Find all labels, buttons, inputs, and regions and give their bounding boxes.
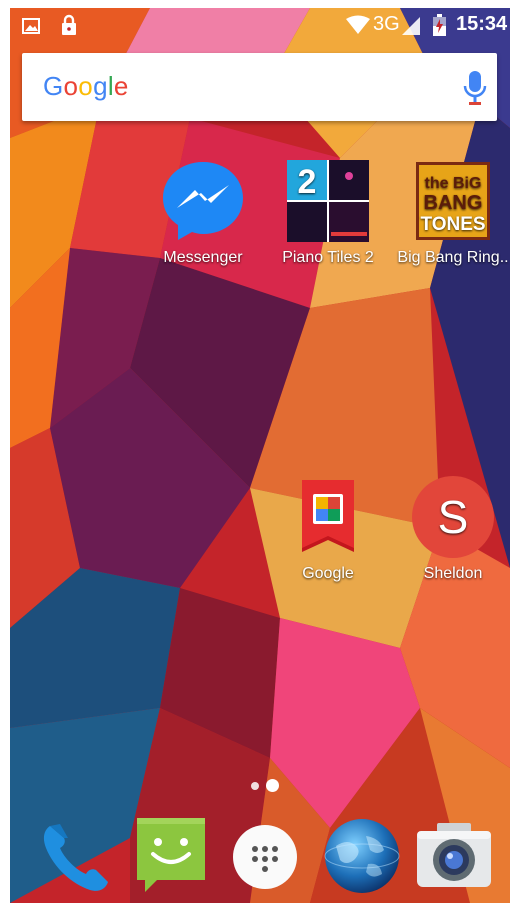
battery-icon — [433, 14, 446, 36]
google-logo-letter: g — [93, 71, 108, 101]
camera-icon — [417, 823, 491, 887]
google-logo-letter: o — [63, 71, 79, 101]
dock-app-drawer[interactable] — [232, 824, 298, 895]
phone-icon — [43, 824, 109, 891]
app-google-folder[interactable]: Google — [268, 474, 388, 583]
piano-tiles-icon: 2 — [287, 160, 369, 242]
wallpaper — [10, 8, 510, 903]
google-logo-letter: G — [43, 71, 64, 101]
wifi-icon — [346, 15, 370, 34]
big-bang-line-2: BANG — [424, 192, 483, 214]
app-piano-tiles-2[interactable]: 2 Piano Tiles 2 — [268, 158, 388, 267]
dock-phone[interactable] — [36, 816, 116, 901]
contact-avatar-icon: S — [412, 476, 494, 558]
messaging-icon — [137, 818, 205, 892]
app-contact-sheldon[interactable]: S Sheldon — [393, 474, 510, 583]
google-logo-letter: o — [78, 71, 94, 101]
dock-messaging[interactable] — [133, 814, 209, 899]
page-dot-active — [266, 779, 279, 792]
app-label: Sheldon — [423, 565, 483, 582]
avatar-initial: S — [438, 491, 469, 543]
globe-icon — [324, 819, 400, 893]
network-type: 3G — [373, 13, 400, 35]
app-drawer-icon — [233, 825, 297, 889]
signal-icon — [402, 17, 420, 35]
google-search-bar[interactable]: Google — [22, 53, 497, 121]
page-dot — [251, 782, 259, 790]
messenger-icon — [163, 162, 243, 240]
app-messenger[interactable]: Messenger — [143, 158, 263, 267]
big-bang-line-3: TONES — [420, 214, 485, 235]
app-big-bang-tones[interactable]: the BiG BANG TONES Big Bang Ring.. — [393, 158, 510, 267]
app-label: Messenger — [163, 249, 243, 266]
image-notification-icon — [22, 18, 40, 34]
google-folder-icon — [302, 480, 354, 552]
status-bar: 3G 15:34 — [10, 8, 510, 42]
google-logo: Google — [43, 71, 129, 102]
app-label: Piano Tiles 2 — [282, 249, 374, 266]
dock-browser[interactable] — [322, 816, 402, 901]
home-screen: 3G 15:34 Google Messenger 2 Piano Tiles … — [10, 8, 510, 903]
dock-camera[interactable] — [415, 821, 493, 896]
clock: 15:34 — [456, 13, 508, 35]
lock-notification-icon — [62, 14, 76, 35]
app-label: Google — [302, 565, 354, 582]
mic-icon[interactable] — [462, 70, 488, 106]
big-bang-line-1: the BiG — [425, 175, 482, 192]
piano-tiles-number: 2 — [298, 163, 317, 201]
big-bang-tones-icon: the BiG BANG TONES — [416, 162, 490, 240]
app-label: Big Bang Ring.. — [397, 249, 509, 266]
google-logo-letter: e — [113, 71, 129, 101]
